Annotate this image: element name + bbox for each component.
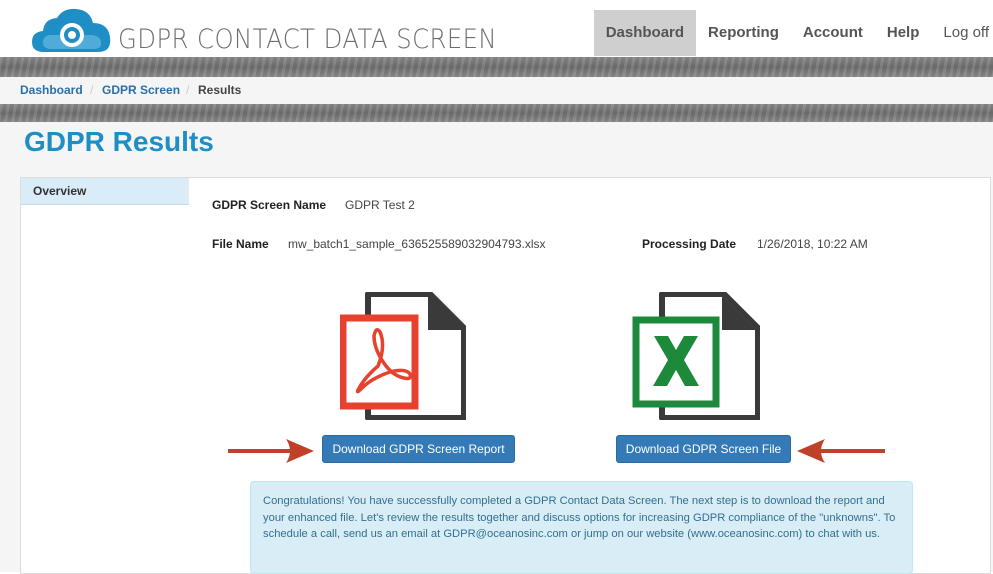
nav-log-off[interactable]: Log off <box>931 10 993 56</box>
processing-date-value: 1/26/2018, 10:22 AM <box>757 237 868 251</box>
breadcrumb: Dashboard / GDPR Screen / Results <box>0 77 993 104</box>
nav-reporting[interactable]: Reporting <box>696 10 791 56</box>
excel-file-icon[interactable] <box>632 292 760 420</box>
download-report-button[interactable]: Download GDPR Screen Report <box>322 435 515 463</box>
arrow-left-icon <box>797 439 885 463</box>
sidebar-item-overview[interactable]: Overview <box>21 178 189 205</box>
sidebar-item-label: Overview <box>33 184 87 198</box>
nav-help[interactable]: Help <box>875 10 932 56</box>
info-message: Congratulations! You have successfully c… <box>263 495 896 540</box>
info-alert: Congratulations! You have successfully c… <box>250 481 913 574</box>
nav-account[interactable]: Account <box>791 10 875 56</box>
stone-band-top <box>0 57 993 77</box>
breadcrumb-separator: / <box>186 83 190 97</box>
page-title: GDPR Results <box>24 126 214 157</box>
arrow-right-icon <box>228 439 314 463</box>
cloud-logo-icon <box>32 8 111 52</box>
download-file-button[interactable]: Download GDPR Screen File <box>616 435 791 463</box>
brand-title: GDPR CONTACT DATA SCREEN <box>118 24 498 55</box>
breadcrumb-dashboard[interactable]: Dashboard <box>20 77 83 104</box>
sidebar: Overview <box>20 177 190 574</box>
processing-date-label: Processing Date <box>642 237 737 251</box>
screen-name-label: GDPR Screen Name <box>212 198 327 212</box>
top-header: GDPR CONTACT DATA SCREEN Dashboard Repor… <box>0 0 993 62</box>
file-name-label: File Name <box>212 237 269 251</box>
pdf-file-icon[interactable] <box>340 292 466 420</box>
file-name-value: mw_batch1_sample_636525589032904793.xlsx <box>288 237 546 251</box>
main-nav: Dashboard Reporting Account Help Log off <box>593 10 993 56</box>
stone-band-bottom <box>0 104 993 122</box>
breadcrumb-gdpr-screen[interactable]: GDPR Screen <box>102 77 180 104</box>
breadcrumb-separator: / <box>90 83 94 97</box>
nav-dashboard[interactable]: Dashboard <box>593 10 697 56</box>
breadcrumb-current: Results <box>198 83 242 97</box>
screen-name-value: GDPR Test 2 <box>345 198 415 212</box>
